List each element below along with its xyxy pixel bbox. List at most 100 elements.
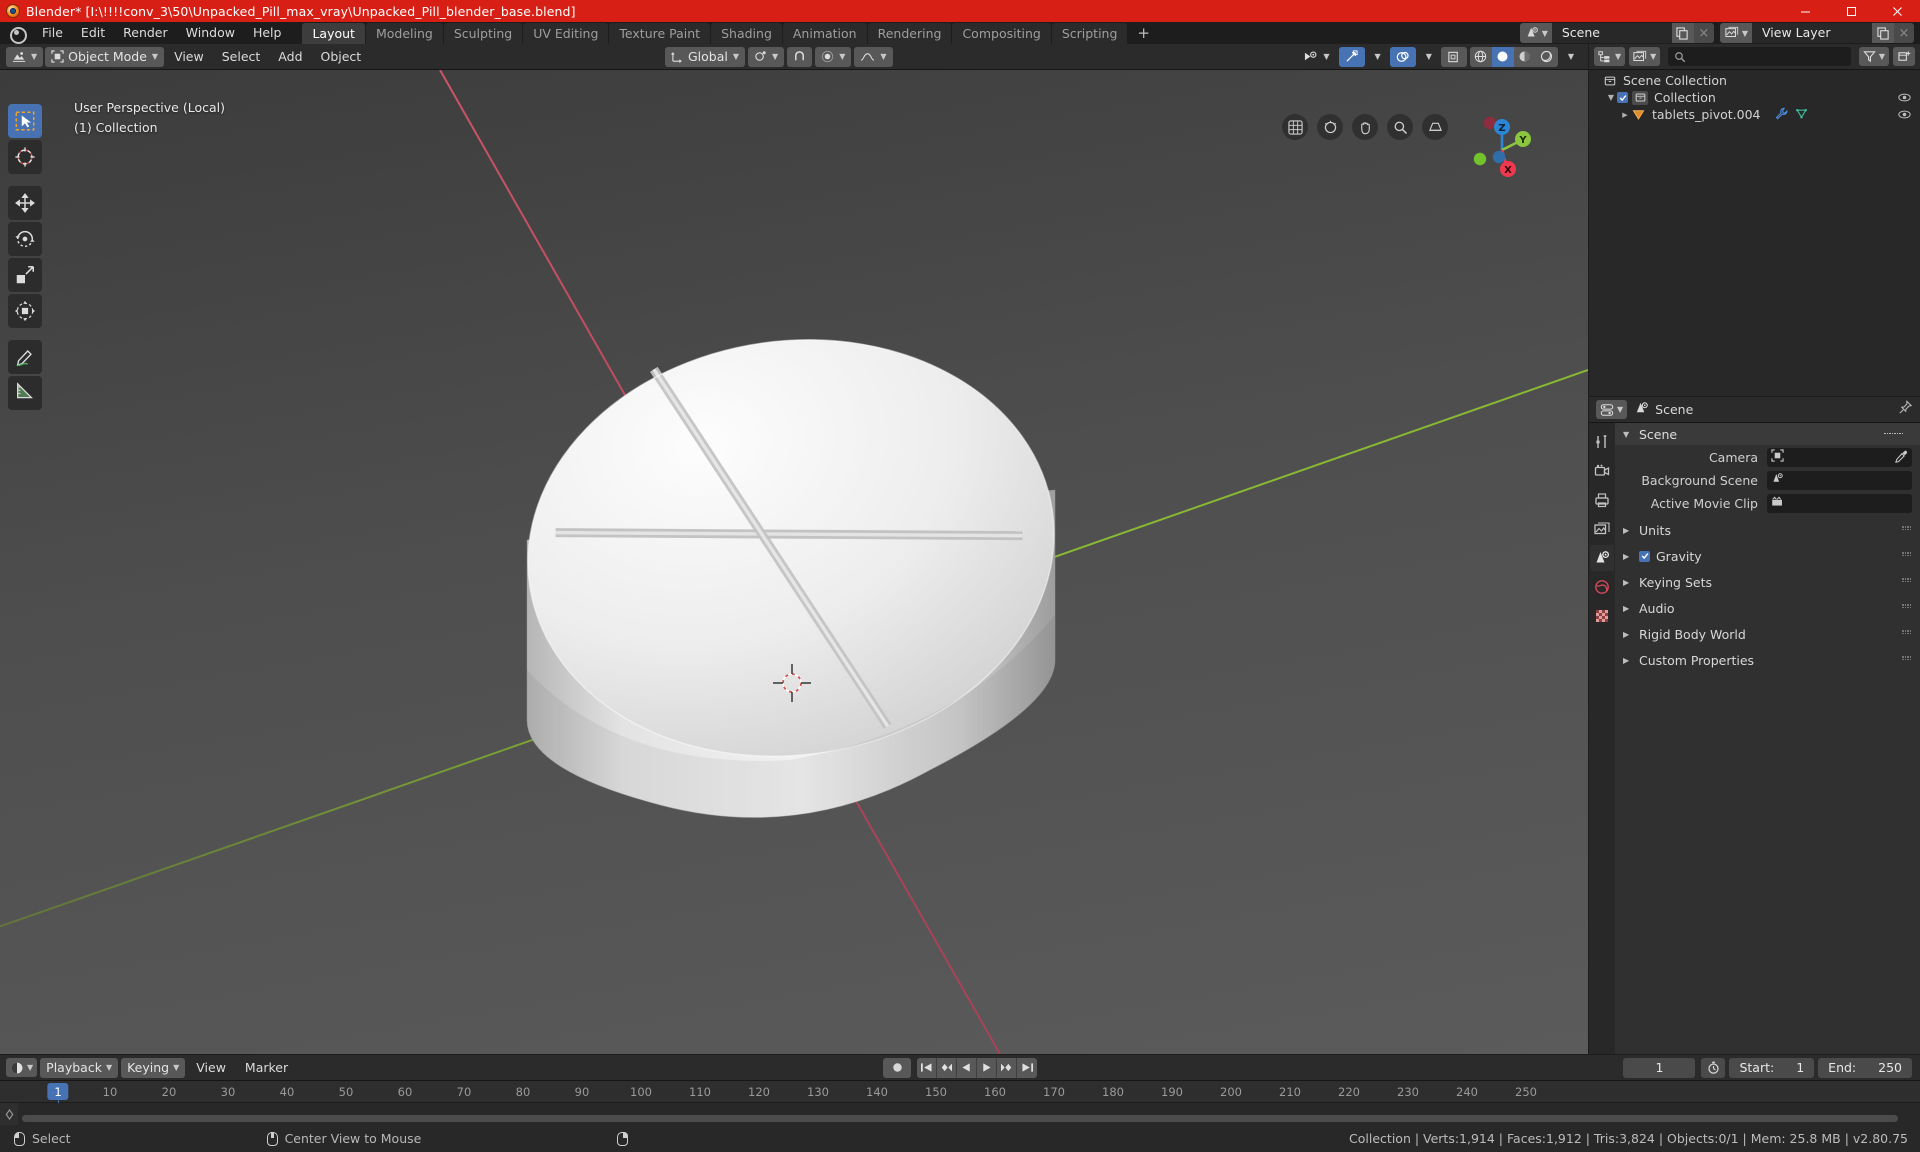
rotate-tool[interactable]	[8, 222, 42, 256]
timeline-menu-view[interactable]: View	[188, 1058, 234, 1078]
viewport-menu-view[interactable]: View	[166, 47, 212, 67]
blender-app-menu-icon[interactable]	[8, 24, 26, 42]
background-scene-field[interactable]	[1767, 471, 1912, 490]
tab-texture-paint[interactable]: Texture Paint	[609, 23, 710, 44]
properties-tab-view-layer[interactable]	[1590, 516, 1614, 542]
tweak-select-box-tool[interactable]	[8, 104, 42, 138]
jump-to-end-icon[interactable]	[1017, 1058, 1037, 1078]
filter-funnel-icon[interactable]: ▼	[1859, 47, 1889, 66]
shading-dropdown[interactable]: ▼	[1561, 47, 1580, 67]
editor-type-outliner-icon[interactable]: ▼	[1594, 47, 1625, 66]
tab-compositing[interactable]: Compositing	[952, 23, 1050, 44]
minimize-button[interactable]	[1782, 0, 1828, 22]
new-collection-icon[interactable]	[1893, 47, 1915, 66]
properties-tab-scene[interactable]	[1590, 545, 1614, 571]
gravity-expand-triangle[interactable]: ▶	[1623, 552, 1633, 561]
tab-rendering[interactable]: Rendering	[868, 23, 952, 44]
transform-orientation-selector[interactable]: Global ▼	[665, 47, 745, 67]
editor-type-properties-icon[interactable]: ▼	[1596, 400, 1627, 419]
object-visibility-eye-icon[interactable]	[1898, 108, 1911, 124]
annotate-tool[interactable]	[8, 340, 42, 374]
section-units[interactable]: ▶ Units	[1615, 520, 1920, 540]
mesh-data-icon[interactable]	[1795, 107, 1808, 123]
pill-tablet-object[interactable]	[0, 70, 1588, 1054]
proportional-edit-icon[interactable]: ▼	[815, 47, 851, 67]
timeline-track-area[interactable]	[0, 1103, 1920, 1125]
perspective-ortho-icon[interactable]	[1422, 114, 1448, 140]
shading-wireframe-button[interactable]	[1470, 47, 1492, 67]
current-frame-field[interactable]: 1	[1623, 1058, 1695, 1078]
shading-solid-button[interactable]	[1492, 47, 1514, 67]
overlays-dropdown[interactable]: ▼	[1419, 47, 1438, 67]
collection-visibility-eye-icon[interactable]	[1898, 91, 1911, 107]
menu-render[interactable]: Render	[114, 23, 177, 43]
gizmo-icon[interactable]	[1339, 47, 1365, 67]
move-tool[interactable]	[8, 186, 42, 220]
scene-name-field[interactable]: Scene	[1552, 23, 1672, 43]
xray-icon[interactable]	[1441, 47, 1467, 67]
playhead-marker[interactable]: 1	[47, 1083, 68, 1100]
view-layer-name-field[interactable]: View Layer	[1752, 23, 1872, 43]
play-reverse-icon[interactable]	[957, 1058, 977, 1078]
measure-tool[interactable]	[8, 376, 42, 410]
active-movie-clip-field[interactable]	[1767, 494, 1912, 513]
magnet-icon[interactable]	[787, 47, 812, 67]
shading-rendered-button[interactable]	[1536, 47, 1558, 67]
properties-tab-world[interactable]	[1590, 574, 1614, 600]
end-frame-field[interactable]: End: 250	[1818, 1058, 1912, 1078]
audio-expand-triangle[interactable]: ▶	[1623, 604, 1633, 613]
timeline-menu-keying[interactable]: Keying▼	[121, 1058, 185, 1078]
custom-properties-expand-triangle[interactable]: ▶	[1623, 656, 1633, 665]
zoom-icon[interactable]	[1282, 114, 1308, 140]
units-expand-triangle[interactable]: ▶	[1623, 526, 1633, 535]
tab-uv-editing[interactable]: UV Editing	[523, 23, 608, 44]
expand-collection-triangle[interactable]: ▼	[1605, 93, 1617, 102]
add-workspace-button[interactable]: +	[1128, 23, 1159, 44]
stopwatch-icon[interactable]	[1701, 1058, 1725, 1078]
tab-modeling[interactable]: Modeling	[366, 23, 443, 44]
menu-help[interactable]: Help	[244, 23, 291, 43]
viewport-navigation-gizmo[interactable]: Z Y X	[1460, 106, 1544, 190]
properties-tab-texture[interactable]	[1590, 603, 1614, 629]
pin-icon[interactable]	[1898, 400, 1913, 419]
editor-type-timeline-icon[interactable]: ▼	[6, 1058, 37, 1077]
section-audio[interactable]: ▶ Audio	[1615, 598, 1920, 618]
play-icon[interactable]	[977, 1058, 997, 1078]
section-custom-properties[interactable]: ▶ Custom Properties	[1615, 650, 1920, 670]
maximize-button[interactable]	[1828, 0, 1874, 22]
section-keying-sets[interactable]: ▶ Keying Sets	[1615, 572, 1920, 592]
jump-to-start-icon[interactable]	[917, 1058, 937, 1078]
editor-type-3dview-icon[interactable]: ▼	[6, 47, 43, 67]
shading-material-button[interactable]	[1514, 47, 1536, 67]
expand-object-triangle[interactable]: ▶	[1619, 111, 1631, 119]
section-gravity[interactable]: ▶ Gravity	[1615, 546, 1920, 566]
record-icon[interactable]	[883, 1058, 911, 1078]
outliner-search-field[interactable]	[1691, 50, 1851, 64]
outliner-row-object[interactable]: ▶ tablets_pivot.004	[1589, 106, 1920, 123]
menu-edit[interactable]: Edit	[72, 23, 114, 43]
properties-tab-render[interactable]	[1590, 458, 1614, 484]
outliner-search-input[interactable]	[1668, 47, 1851, 66]
object-mode-selector[interactable]: Object Mode ▼	[45, 47, 164, 67]
magnifier-icon[interactable]	[1387, 114, 1413, 140]
unlink-scene-button[interactable]: ×	[1694, 23, 1714, 43]
menu-window[interactable]: Window	[177, 23, 244, 43]
viewport-menu-object[interactable]: Object	[313, 47, 370, 67]
transform-tool[interactable]	[8, 294, 42, 328]
rigid-body-world-expand-triangle[interactable]: ▶	[1623, 630, 1633, 639]
timeline-menu-playback[interactable]: Playback▼	[40, 1058, 118, 1078]
scene-panel-expand-triangle[interactable]: ▼	[1623, 430, 1633, 439]
tab-layout[interactable]: Layout	[302, 23, 365, 44]
keying-sets-expand-triangle[interactable]: ▶	[1623, 578, 1633, 587]
pivot-point-icon[interactable]: ▼	[748, 47, 784, 67]
outliner-row-collection[interactable]: ▼ Collection	[1589, 89, 1920, 106]
timeline-horizontal-scrollbar[interactable]	[22, 1115, 1898, 1122]
timeline-menu-marker[interactable]: Marker	[237, 1058, 296, 1078]
jump-to-next-keyframe-icon[interactable]	[997, 1058, 1017, 1078]
visibility-eye-icon[interactable]: ▼	[1297, 47, 1335, 67]
modifier-wrench-icon[interactable]	[1775, 107, 1788, 123]
tab-shading[interactable]: Shading	[711, 23, 782, 44]
camera-icon[interactable]	[1317, 114, 1343, 140]
viewport-menu-add[interactable]: Add	[270, 47, 310, 67]
viewport-canvas[interactable]: User Perspective (Local) (1) Collection	[0, 70, 1588, 1054]
